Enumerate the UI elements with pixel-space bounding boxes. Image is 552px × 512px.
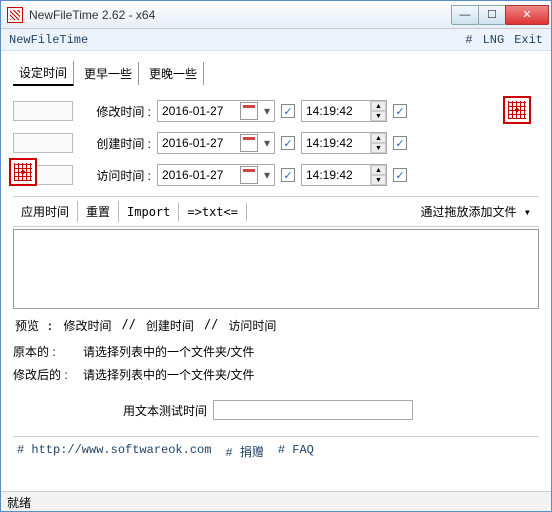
menu-hash[interactable]: # [465, 33, 472, 47]
time-picker-access[interactable]: 14:19:42 ▲▼ [301, 164, 387, 186]
chevron-down-icon: ▾ [524, 205, 531, 219]
time-picker-modify[interactable]: 14:19:42 ▲▼ [301, 100, 387, 122]
titlebar[interactable]: NewFileTime 2.62 - x64 — ☐ ✕ [1, 1, 551, 29]
row-access: 访问时间 : 2016-01-27 ▾ ✓ 14:19:42 ▲▼ ✓ [13, 164, 489, 186]
clock-icon[interactable] [503, 96, 531, 124]
after-label: 修改后的 : [13, 366, 83, 383]
link-faq[interactable]: # FAQ [278, 443, 314, 460]
menu-appname[interactable]: NewFileTime [9, 33, 455, 47]
calendar-icon[interactable] [240, 102, 258, 120]
import-button[interactable]: Import [119, 203, 179, 221]
label-access: 访问时间 : [79, 167, 157, 184]
txt-button[interactable]: =>txt<= [179, 203, 247, 221]
time-section: 修改时间 : 2016-01-27 ▾ ✓ 14:19:42 ▲▼ ✓ 创建时间… [13, 100, 539, 186]
file-list[interactable] [13, 229, 539, 309]
menu-lng[interactable]: LNG [483, 33, 505, 47]
tab-later[interactable]: 更晚一些 [143, 62, 204, 85]
checkbox-create-time[interactable]: ✓ [393, 136, 407, 150]
preview-label: 预览 : [15, 317, 53, 334]
time-picker-create[interactable]: 14:19:42 ▲▼ [301, 132, 387, 154]
clock-icon[interactable] [9, 158, 37, 186]
checkbox-create-date[interactable]: ✓ [281, 136, 295, 150]
chevron-down-icon[interactable]: ▾ [260, 104, 274, 118]
tab-set-time[interactable]: 设定时间 [13, 61, 74, 86]
link-website[interactable]: # http://www.softwareok.com [17, 443, 211, 460]
tab-earlier[interactable]: 更早一些 [78, 62, 139, 85]
checkbox-access-date[interactable]: ✓ [281, 168, 295, 182]
date-value[interactable]: 2016-01-27 [158, 168, 238, 182]
date-picker-access[interactable]: 2016-01-27 ▾ [157, 164, 275, 186]
app-window: NewFileTime 2.62 - x64 — ☐ ✕ NewFileTime… [0, 0, 552, 512]
orig-value: 请选择列表中的一个文件夹/文件 [83, 343, 254, 360]
spinner[interactable]: ▲▼ [370, 101, 386, 121]
minimize-button[interactable]: — [451, 5, 479, 25]
menu-exit[interactable]: Exit [514, 33, 543, 47]
client-area: 设定时间 更早一些 更晚一些 修改时间 : 2016-01-27 ▾ ✓ 14:… [1, 51, 551, 466]
checkbox-modify-date[interactable]: ✓ [281, 104, 295, 118]
window-title: NewFileTime 2.62 - x64 [29, 8, 452, 22]
action-toolbar: 应用时间 重置 Import =>txt<= 通过拖放添加文件 ▾ [13, 196, 539, 227]
preview-header: 预览 : 修改时间 // 创建时间 // 访问时间 [13, 309, 539, 336]
statusbar: 就绪 [1, 491, 551, 511]
time-value[interactable]: 14:19:42 [302, 104, 370, 118]
offset-input[interactable] [13, 101, 73, 121]
drop-hint[interactable]: 通过拖放添加文件 ▾ [413, 201, 539, 222]
date-value[interactable]: 2016-01-27 [158, 136, 238, 150]
maximize-button[interactable]: ☐ [478, 5, 506, 25]
test-label: 用文本测试时间 [123, 402, 207, 419]
offset-input[interactable] [13, 133, 73, 153]
date-picker-create[interactable]: 2016-01-27 ▾ [157, 132, 275, 154]
test-input[interactable] [213, 400, 413, 420]
spinner[interactable]: ▲▼ [370, 133, 386, 153]
time-value[interactable]: 14:19:42 [302, 136, 370, 150]
app-icon [7, 7, 23, 23]
reset-button[interactable]: 重置 [78, 201, 119, 222]
row-modify: 修改时间 : 2016-01-27 ▾ ✓ 14:19:42 ▲▼ ✓ [13, 100, 489, 122]
menubar: NewFileTime # LNG Exit [1, 29, 551, 51]
calendar-icon[interactable] [240, 134, 258, 152]
checkbox-modify-time[interactable]: ✓ [393, 104, 407, 118]
spinner[interactable]: ▲▼ [370, 165, 386, 185]
apply-button[interactable]: 应用时间 [13, 201, 78, 222]
test-row: 用文本测试时间 [13, 400, 539, 420]
link-donate[interactable]: # 捐赠 [225, 443, 263, 460]
calendar-icon[interactable] [240, 166, 258, 184]
chevron-down-icon[interactable]: ▾ [260, 168, 274, 182]
close-button[interactable]: ✕ [505, 5, 549, 25]
footer-links: # http://www.softwareok.com # 捐赠 # FAQ [13, 436, 539, 466]
chevron-down-icon[interactable]: ▾ [260, 136, 274, 150]
after-value: 请选择列表中的一个文件夹/文件 [83, 366, 254, 383]
label-modify: 修改时间 : [79, 103, 157, 120]
time-value[interactable]: 14:19:42 [302, 168, 370, 182]
date-value[interactable]: 2016-01-27 [158, 104, 238, 118]
tabs: 设定时间 更早一些 更晚一些 [13, 61, 539, 86]
label-create: 创建时间 : [79, 135, 157, 152]
orig-label: 原本的 : [13, 343, 83, 360]
row-create: 创建时间 : 2016-01-27 ▾ ✓ 14:19:42 ▲▼ ✓ [13, 132, 489, 154]
date-picker-modify[interactable]: 2016-01-27 ▾ [157, 100, 275, 122]
compare-section: 原本的 : 请选择列表中的一个文件夹/文件 修改后的 : 请选择列表中的一个文件… [13, 340, 539, 386]
checkbox-access-time[interactable]: ✓ [393, 168, 407, 182]
